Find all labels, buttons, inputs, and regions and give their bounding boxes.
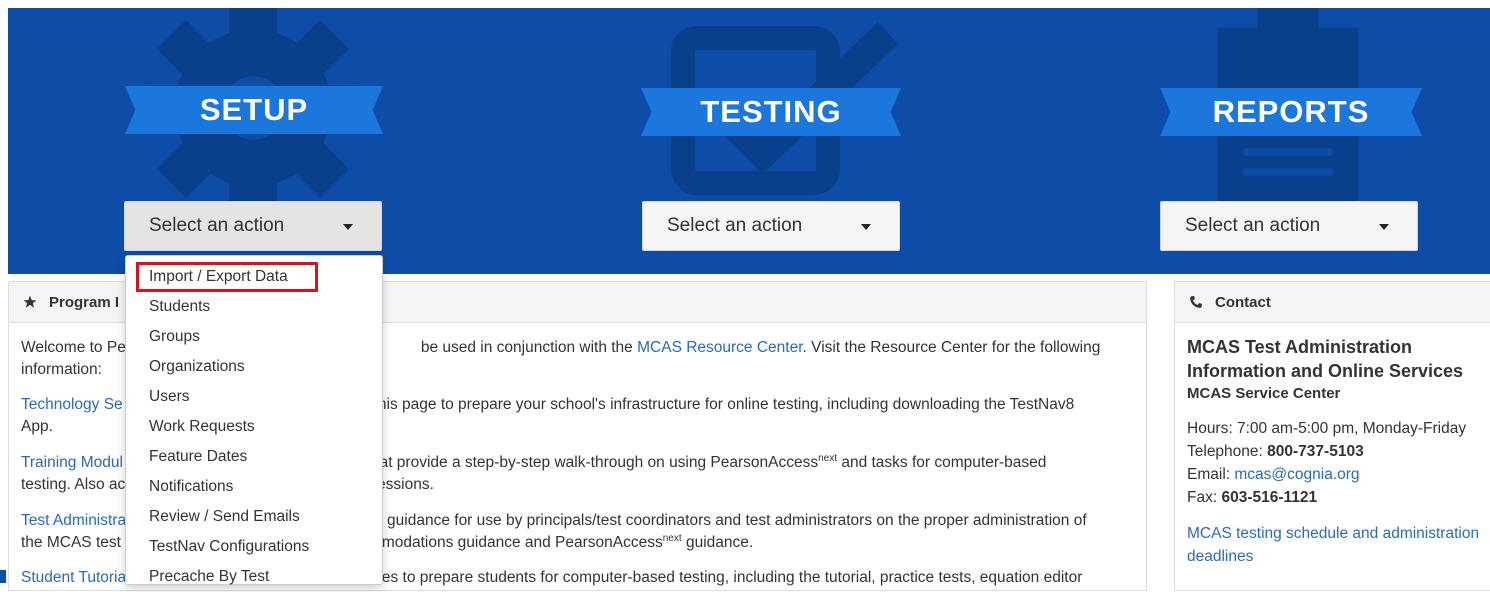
text: mmodations guidance and PearsonAccess [368, 534, 663, 551]
text: guidance. [681, 534, 754, 551]
contact-hours: Hours: 7:00 am-5:00 pm, Monday-Friday [1187, 420, 1467, 437]
mcas-resource-center-link[interactable]: MCAS Resource Center [637, 339, 802, 356]
text: ces to prepare students for computer-bas… [374, 569, 1083, 586]
contact-subtitle: MCAS Service Center [1187, 385, 1341, 402]
contact-telephone: Telephone: 800-737-5103 [1187, 440, 1466, 463]
contact-panel: Contact MCAS Test Administration Informa… [1174, 281, 1490, 591]
email-link[interactable]: mcas@cognia.org [1234, 466, 1359, 483]
menu-item-feature-dates[interactable]: Feature Dates [126, 442, 382, 472]
setup-ribbon: SETUP [125, 86, 383, 134]
schedule-link-line[interactable]: MCAS testing schedule and administration [1187, 522, 1479, 545]
contact-heading-line: MCAS Test Administration [1187, 337, 1413, 357]
setup-select-button[interactable]: Select an action [124, 201, 382, 251]
telephone-value: 800-737-5103 [1267, 443, 1364, 460]
reports-select-button[interactable]: Select an action [1160, 201, 1418, 251]
schedule-link-line[interactable]: deadlines [1187, 545, 1479, 568]
contact-fax: Fax: 603-516-1121 [1187, 486, 1466, 509]
setup-dropdown-menu: Import / Export Data Students Groups Org… [125, 255, 383, 585]
menu-item-users[interactable]: Users [126, 382, 382, 412]
text: hat provide a step-by-step walk-through … [370, 454, 819, 471]
star-icon [23, 295, 37, 308]
reports-select-label: Select an action [1185, 215, 1321, 236]
menu-item-precache-by-test[interactable]: Precache By Test [126, 562, 382, 592]
text: testing. Also ac [21, 476, 126, 493]
menu-item-import-export-data[interactable]: Import / Export Data [136, 262, 318, 292]
text: Fax: [1187, 489, 1222, 506]
text: next [818, 452, 838, 464]
contact-header: Contact [1175, 282, 1490, 323]
testing-select-label: Select an action [667, 215, 803, 236]
text: n this page to prepare your school's inf… [360, 396, 1075, 413]
reports-ribbon: REPORTS [1160, 88, 1422, 136]
program-info-title: Program I [49, 293, 120, 311]
text: Email: [1187, 466, 1235, 483]
text: . Visit the Resource Center for the foll… [802, 339, 1101, 356]
test-administration-link[interactable]: Test Administra [21, 512, 126, 529]
schedule-link[interactable]: MCAS testing schedule and administration… [1187, 522, 1479, 568]
text: Welcome to Pe [21, 339, 126, 356]
text: Telephone: [1187, 443, 1268, 460]
student-tutorial-link[interactable]: Student Tutoria [21, 569, 126, 586]
technology-setup-link[interactable]: Technology Se [21, 396, 123, 413]
contact-title: Contact [1215, 293, 1271, 311]
menu-item-students[interactable]: Students [126, 292, 382, 322]
menu-item-testnav-configurations[interactable]: TestNav Configurations [126, 532, 382, 562]
menu-item-groups[interactable]: Groups [126, 322, 382, 352]
text: next [662, 532, 682, 544]
menu-item-notifications[interactable]: Notifications [126, 472, 382, 502]
contact-heading: MCAS Test Administration Information and… [1187, 335, 1463, 402]
contact-heading-line: Information and Online Services [1187, 361, 1464, 381]
text: the MCAS test [21, 534, 121, 551]
text: App. [21, 418, 53, 435]
hero-banner: SETUP TESTING REPORTS Select an action S… [8, 8, 1490, 274]
text: be used in conjunction with the [420, 339, 633, 356]
text: and tasks for computer-based [837, 454, 1047, 471]
contact-email: Email: mcas@cognia.org [1187, 463, 1466, 486]
contact-details: Hours: 7:00 am-5:00 pm, Monday-Friday Te… [1187, 417, 1466, 509]
edge-marker [0, 570, 6, 583]
caret-down-icon [861, 224, 871, 230]
training-modules-link[interactable]: Training Modul [21, 454, 123, 471]
menu-item-review-send-emails[interactable]: Review / Send Emails [126, 502, 382, 532]
testing-select-button[interactable]: Select an action [642, 201, 900, 251]
phone-icon [1190, 296, 1202, 308]
caret-down-icon [343, 224, 353, 230]
text: d guidance for use by principals/test co… [374, 512, 1087, 529]
caret-down-icon [1379, 224, 1389, 230]
menu-item-organizations[interactable]: Organizations [126, 352, 382, 382]
text: information: [21, 361, 102, 378]
setup-select-label: Select an action [149, 215, 285, 236]
fax-value: 603-516-1121 [1221, 489, 1318, 506]
testing-ribbon: TESTING [641, 88, 901, 136]
menu-item-work-requests[interactable]: Work Requests [126, 412, 382, 442]
